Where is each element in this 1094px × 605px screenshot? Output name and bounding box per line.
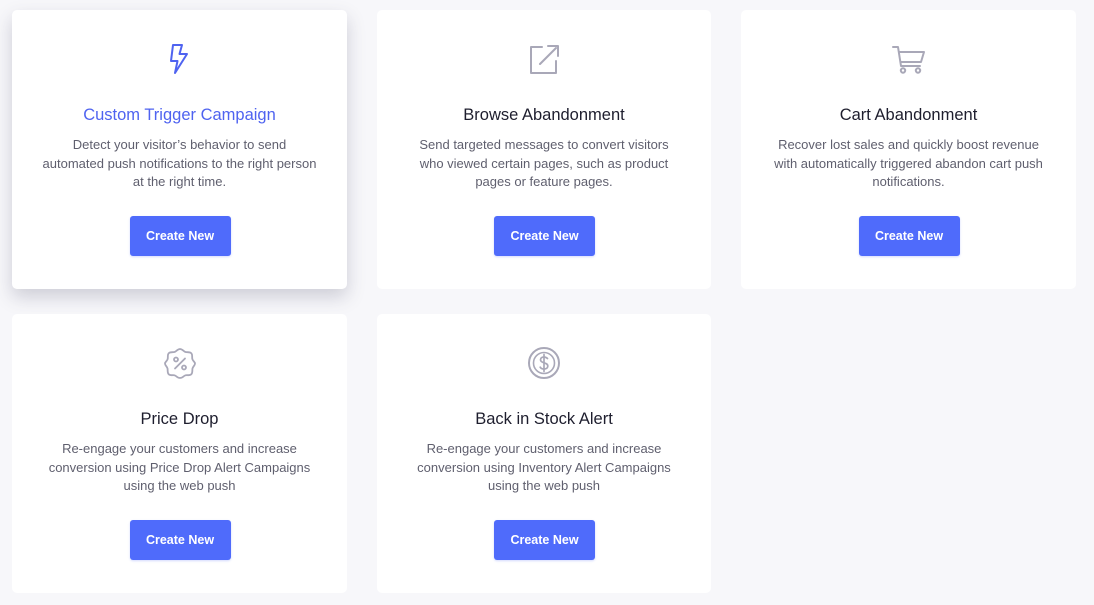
create-new-button[interactable]: Create New	[129, 216, 231, 256]
discount-badge-icon	[162, 345, 198, 381]
external-link-icon	[526, 41, 562, 77]
card-price-drop[interactable]: Price Drop Re-engage your customers and …	[12, 314, 347, 593]
card-description: Re-engage your customers and increase co…	[48, 441, 311, 494]
lightning-bolt-icon	[162, 41, 198, 77]
create-new-button[interactable]: Create New	[494, 520, 595, 560]
dollar-circle-icon	[526, 345, 562, 381]
card-title: Cart Abandonment	[839, 106, 978, 124]
card-description: Recover lost sales and quickly boost rev…	[774, 137, 1043, 190]
shopping-cart-icon	[891, 41, 927, 77]
card-title: Back in Stock Alert	[475, 410, 613, 428]
card-description: Re-engage your customers and increase co…	[417, 441, 671, 494]
card-description: Detect your visitor’s behavior to send a…	[42, 137, 317, 190]
card-browse-abandonment[interactable]: Browse Abandonment Send targeted message…	[377, 10, 711, 289]
campaign-type-grid: Custom Trigger Campaign Detect your visi…	[0, 0, 1094, 605]
create-new-button[interactable]: Create New	[494, 216, 595, 256]
card-back-in-stock-alert[interactable]: Back in Stock Alert Re-engage your custo…	[377, 314, 711, 593]
create-new-button[interactable]: Create New	[858, 216, 960, 256]
card-title: Browse Abandonment	[463, 106, 625, 124]
card-title: Custom Trigger Campaign	[83, 106, 276, 124]
create-new-button[interactable]: Create New	[129, 520, 231, 560]
card-description: Send targeted messages to convert visito…	[419, 137, 669, 190]
card-custom-trigger-campaign[interactable]: Custom Trigger Campaign Detect your visi…	[12, 10, 347, 289]
card-cart-abandonment[interactable]: Cart Abandonment Recover lost sales and …	[741, 10, 1076, 289]
card-title: Price Drop	[140, 410, 219, 428]
